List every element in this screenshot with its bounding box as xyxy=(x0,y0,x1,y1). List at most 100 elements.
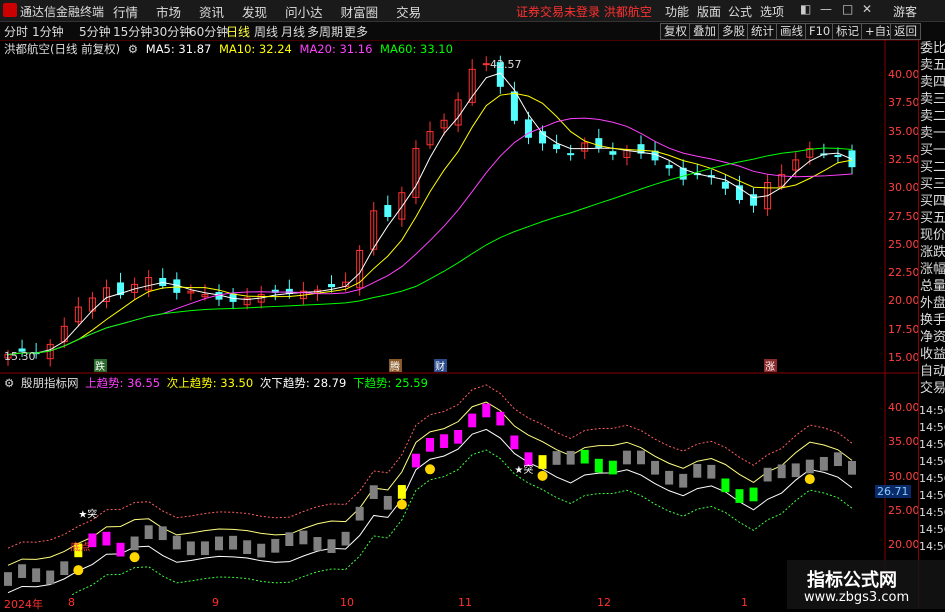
trend-bar xyxy=(651,460,660,475)
draw-line-button[interactable]: 画线 xyxy=(776,23,807,40)
tab-daily[interactable]: 日线 xyxy=(226,23,250,40)
trend-bar xyxy=(735,489,744,503)
indicator-axis-label: 20.00 xyxy=(888,538,920,551)
close-icon[interactable]: ✕ xyxy=(862,2,872,16)
candle-body xyxy=(553,144,561,150)
trend-bar xyxy=(229,535,238,550)
tool-banmian[interactable]: 版面 xyxy=(697,3,721,20)
price-chart[interactable]: 42.57 15.30 跌 腾 财 涨 ★突 ★突底点 xyxy=(0,40,918,595)
side-label-10: 买五 xyxy=(920,211,945,226)
trend-bar xyxy=(552,451,561,465)
side-label-2: 卖四 xyxy=(920,75,945,90)
candle-body xyxy=(510,91,518,121)
menu-item-wenxiaoda[interactable]: 问小达 xyxy=(285,2,323,20)
trend-bar xyxy=(158,526,167,541)
ma20-line xyxy=(7,117,853,356)
indicator-axis-label: 40.00 xyxy=(888,401,920,414)
tool-xuanxiang[interactable]: 选项 xyxy=(760,3,784,20)
menu-item-faxian[interactable]: 发现 xyxy=(242,2,267,20)
ma5-line xyxy=(7,72,853,356)
tool-gongneng[interactable]: 功能 xyxy=(665,3,689,20)
indicator-axis-label: 30.00 xyxy=(888,469,920,483)
tab-multi-period[interactable]: 多周期 xyxy=(307,23,343,40)
trend-bar xyxy=(707,464,716,479)
menu-item-zixun[interactable]: 资讯 xyxy=(199,2,224,20)
tab-60min[interactable]: 60分钟 xyxy=(189,23,228,40)
trend-bar xyxy=(791,463,800,478)
next-down-trend-value: 次下趋势: 28.79 xyxy=(259,376,347,390)
candle-body xyxy=(834,155,842,158)
overlay-button[interactable]: 叠加 xyxy=(689,23,720,40)
side-label-11: 现价 xyxy=(920,228,945,243)
guest-label[interactable]: 游客 xyxy=(893,3,917,20)
side-label-13: 涨幅 xyxy=(920,262,945,277)
pin-icon[interactable]: ◧ xyxy=(800,2,811,16)
trend-bar xyxy=(215,536,223,551)
tab-weekly[interactable]: 周线 xyxy=(254,23,278,40)
tab-1min[interactable]: 1分钟 xyxy=(32,23,64,40)
x-label-12: 12 xyxy=(597,596,611,609)
smiley-signal-icon xyxy=(129,552,140,563)
side-label-4: 卖二 xyxy=(920,109,945,124)
menu-item-jiaoyi[interactable]: 交易 xyxy=(396,2,421,20)
trend-bar xyxy=(749,487,758,502)
event-marker: 跌 xyxy=(95,360,105,373)
x-label-9: 9 xyxy=(212,596,219,609)
price-axis-label: 27.50 xyxy=(888,209,920,223)
menu-item-shichang[interactable]: 市场 xyxy=(156,2,181,20)
tab-30min[interactable]: 30分钟 xyxy=(152,23,191,40)
f10-button[interactable]: F10 xyxy=(805,23,835,40)
back-button[interactable]: 返回 xyxy=(890,23,921,40)
side-label-19[interactable]: 自动 xyxy=(919,363,945,380)
side-label-0: 委比 xyxy=(920,41,945,56)
trend-bar xyxy=(200,541,209,556)
x-label-8: 8 xyxy=(68,596,75,609)
menu-item-hangqing[interactable]: 行情 xyxy=(113,2,138,20)
tab-more[interactable]: 更多 xyxy=(344,23,368,40)
multi-stock-button[interactable]: 多股 xyxy=(718,23,749,40)
signal-label: 底点 xyxy=(70,540,90,553)
trend-bar xyxy=(243,540,252,554)
tab-5min[interactable]: 5分钟 xyxy=(79,23,111,40)
trend-bar xyxy=(102,531,111,546)
tab-monthly[interactable]: 月线 xyxy=(281,23,305,40)
time-label: 14:56 xyxy=(919,540,945,553)
trend-bar xyxy=(665,470,674,485)
mark-button[interactable]: 标记 xyxy=(832,23,863,40)
trend-bar xyxy=(116,542,125,557)
trend-bar xyxy=(313,537,322,551)
trend-bar xyxy=(566,450,575,465)
trend-bar xyxy=(172,535,181,550)
trend-bar xyxy=(594,458,603,473)
menu-item-caifuquan[interactable]: 财富圈 xyxy=(341,2,379,20)
trend-bar xyxy=(271,538,280,553)
fuquan-button[interactable]: 复权 xyxy=(660,23,691,40)
side-label-3: 卖三 xyxy=(920,92,945,107)
trend-bar xyxy=(622,450,631,465)
trend-bar xyxy=(848,460,856,475)
tool-gongshi[interactable]: 公式 xyxy=(728,3,752,20)
time-label: 14:56 xyxy=(919,506,945,519)
up-trend-value: 上趋势: 36.55 xyxy=(85,376,161,390)
trend-bar xyxy=(186,541,195,556)
watermark-title: 指标公式网 xyxy=(807,570,897,591)
trend-bar xyxy=(285,532,294,547)
minimize-icon[interactable]: — xyxy=(820,2,832,16)
tab-15min[interactable]: 15分钟 xyxy=(113,23,152,40)
indicator-gear-icon[interactable]: ⚙ xyxy=(4,376,14,390)
trend-bar xyxy=(693,463,702,478)
stats-button[interactable]: 统计 xyxy=(747,23,778,40)
time-label: 14:56 xyxy=(919,404,945,417)
trend-bar xyxy=(426,438,434,452)
signal-label: ★突 xyxy=(514,463,533,476)
trend-bar xyxy=(763,467,772,482)
side-label-20[interactable]: 交易 xyxy=(919,380,945,397)
trend-bar xyxy=(496,411,505,426)
candle-body xyxy=(665,164,673,169)
trend-bar xyxy=(721,478,730,493)
candle-body xyxy=(609,151,617,155)
indicator-axis-label: 35.00 xyxy=(888,435,920,449)
tab-fenshi[interactable]: 分时 xyxy=(4,23,28,40)
trend-bar xyxy=(510,435,519,450)
maximize-icon[interactable]: □ xyxy=(842,2,853,16)
